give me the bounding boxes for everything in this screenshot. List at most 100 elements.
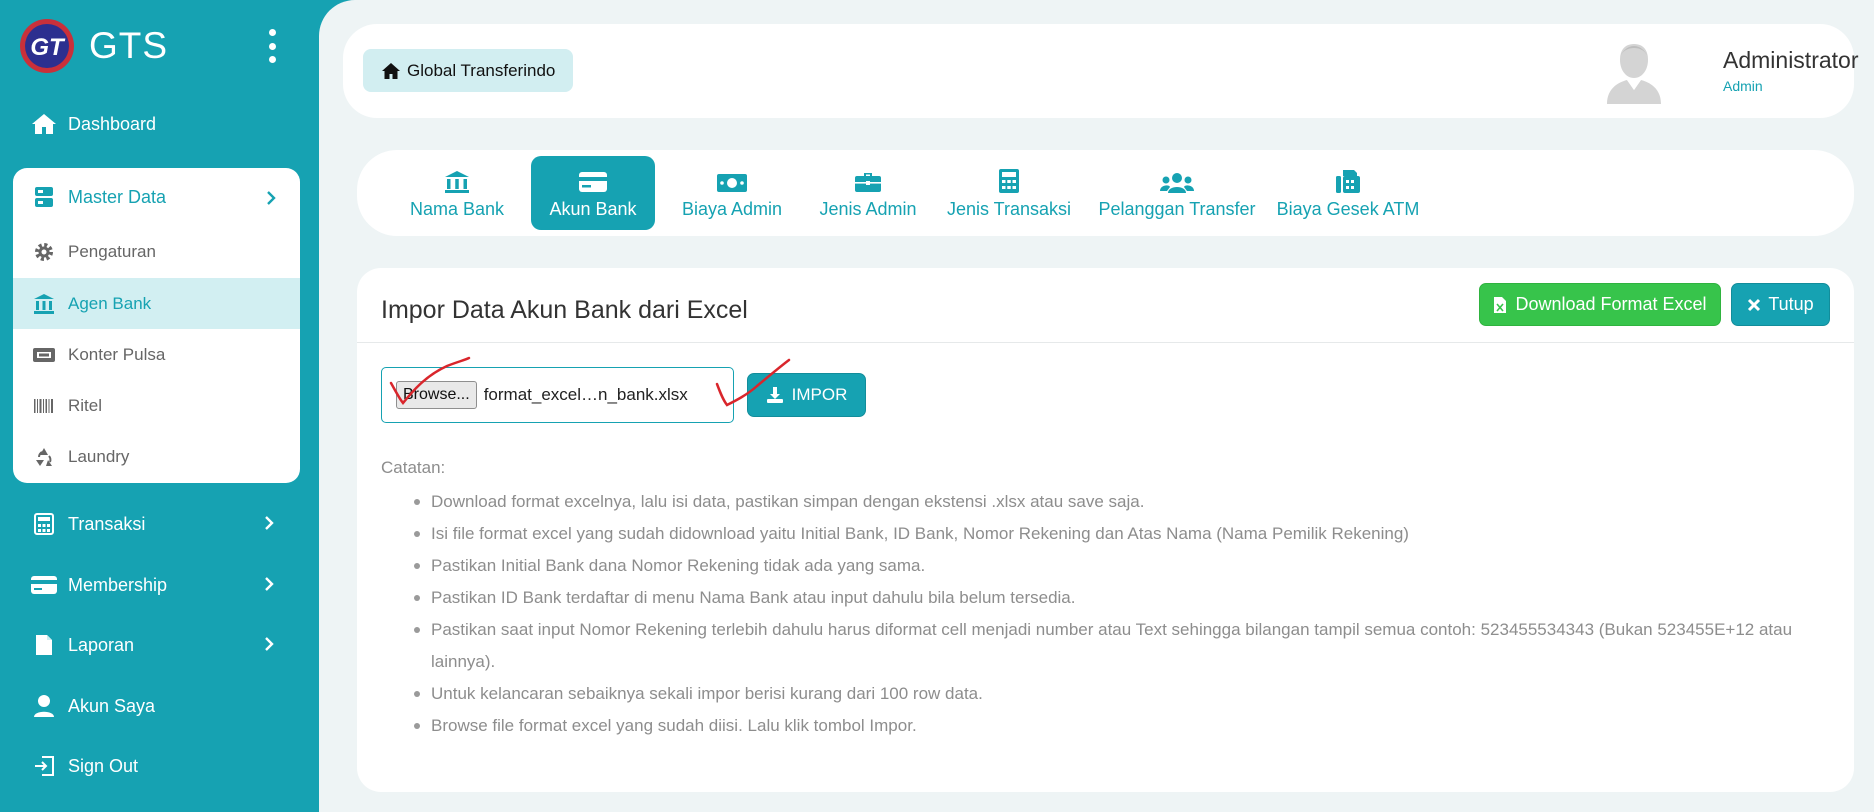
gear-icon (30, 238, 58, 266)
file-excel-icon (1494, 296, 1507, 313)
tab-label: Jenis Transaksi (946, 199, 1072, 219)
credit-card-icon (30, 571, 58, 599)
users-icon (1160, 166, 1194, 194)
home-icon (30, 110, 58, 138)
money-bill-icon (716, 166, 748, 194)
svg-text:GT: GT (30, 34, 66, 61)
tab-label: Akun Bank (549, 199, 637, 219)
tab-jenis-transaksi[interactable]: Jenis Transaksi (939, 156, 1079, 230)
home-breadcrumb-label: Global Transferindo (407, 60, 556, 80)
file-input[interactable]: Browse... format_excel…n_bank.xlsx (381, 367, 734, 423)
sidebar-item-label: Ritel (68, 395, 103, 415)
sidebar-item-master-data[interactable]: Master Data (13, 175, 300, 219)
list-item: Browse file format excel yang sudah diis… (414, 710, 1831, 742)
notes-list: Download format excelnya, lalu isi data,… (414, 486, 1831, 742)
kebab-menu-icon[interactable] (268, 29, 276, 63)
tab-jenis-admin[interactable]: Jenis Admin (813, 156, 923, 230)
user-role: Admin (1723, 78, 1763, 94)
sidebar-item-label: Pengaturan (68, 241, 156, 261)
sidebar-item-ritel[interactable]: Ritel (13, 380, 300, 431)
chevron-right-icon (267, 191, 276, 205)
sidebar-item-label: Agen Bank (68, 293, 152, 313)
import-card: Impor Data Akun Bank dari Excel Download… (357, 268, 1854, 792)
selected-file-name: format_excel…n_bank.xlsx (483, 385, 688, 404)
recycle-icon (30, 443, 58, 471)
sidebar-item-label: Membership (68, 574, 168, 595)
server-icon (30, 183, 58, 211)
sidebar-item-konter-pulsa[interactable]: Konter Pulsa (13, 329, 300, 380)
impor-label: IMPOR (791, 385, 848, 404)
sidebar-item-laporan[interactable]: Laporan (30, 625, 290, 665)
briefcase-icon (854, 166, 882, 194)
sidebar-item-transaksi[interactable]: Transaksi (30, 504, 290, 544)
chevron-right-icon (265, 516, 274, 530)
user-icon (30, 692, 58, 720)
sidebar-item-label: Dashboard (68, 113, 157, 134)
download-format-excel-label: Download Format Excel (1515, 294, 1707, 314)
chevron-right-icon (265, 577, 274, 591)
sidebar-item-label: Konter Pulsa (68, 344, 166, 364)
top-bar: Global Transferindo Administrator Admin (343, 24, 1858, 118)
main-content: Global Transferindo Administrator Admin … (319, 0, 1874, 812)
impor-button[interactable]: IMPOR (747, 373, 866, 417)
tab-label: Jenis Admin (819, 199, 917, 219)
tab-biaya-gesek-atm[interactable]: Biaya Gesek ATM (1275, 156, 1421, 230)
avatar[interactable] (1605, 42, 1663, 104)
close-label: Tutup (1768, 294, 1814, 314)
tab-label: Pelanggan Transfer (1098, 199, 1256, 219)
sidebar-item-pengaturan[interactable]: Pengaturan (13, 226, 300, 277)
sidebar-item-label: Transaksi (68, 513, 146, 534)
home-icon (382, 62, 400, 79)
brand-name: GTS (89, 25, 169, 66)
tab-label: Biaya Gesek ATM (1276, 199, 1420, 219)
master-data-panel: Master Data Pengaturan Agen Bank Konter … (13, 168, 300, 483)
credit-card-icon (578, 166, 608, 194)
sidebar-item-label: Laundry (68, 446, 130, 466)
sidebar-item-label: Master Data (68, 186, 167, 207)
fax-icon (1335, 166, 1361, 194)
sidebar-item-agen-bank[interactable]: Agen Bank (13, 278, 300, 329)
sim-card-icon (30, 341, 58, 369)
sidebar-item-label: Akun Saya (68, 695, 156, 716)
sign-out-icon (30, 752, 58, 780)
tab-pelanggan-transfer[interactable]: Pelanggan Transfer (1095, 156, 1259, 230)
sidebar: GT GTS Dashboard Master Data Pengaturan (0, 0, 319, 812)
sidebar-item-dashboard[interactable]: Dashboard (30, 104, 290, 144)
user-name: Administrator (1723, 47, 1859, 73)
tab-biaya-admin[interactable]: Biaya Admin (667, 156, 797, 230)
tab-label: Biaya Admin (681, 199, 783, 219)
brand[interactable]: GT GTS (18, 17, 308, 75)
barcode-icon (30, 392, 58, 420)
list-item: Pastikan saat input Nomor Rekening terle… (414, 614, 1831, 678)
download-format-excel-button[interactable]: Download Format Excel (1479, 283, 1721, 326)
sidebar-item-akun-saya[interactable]: Akun Saya (30, 686, 290, 726)
browse-button[interactable]: Browse... (396, 381, 477, 409)
tab-akun-bank[interactable]: Akun Bank (531, 156, 655, 230)
sidebar-item-label: Sign Out (68, 755, 139, 776)
card-divider (357, 342, 1854, 343)
calculator-icon (30, 510, 58, 538)
gts-logo: GT (20, 19, 74, 73)
list-item: Untuk kelancaran sebaiknya sekali impor … (414, 678, 1831, 710)
download-icon (766, 387, 783, 403)
bank-icon (444, 166, 470, 194)
card-title: Impor Data Akun Bank dari Excel (381, 296, 748, 324)
close-icon (1748, 298, 1761, 311)
chevron-right-icon (265, 637, 274, 651)
sidebar-item-membership[interactable]: Membership (30, 565, 290, 605)
close-button[interactable]: Tutup (1731, 283, 1830, 326)
sidebar-item-laundry[interactable]: Laundry (13, 431, 300, 482)
tab-nama-bank[interactable]: Nama Bank (397, 156, 517, 230)
notes-title: Catatan: (381, 458, 446, 477)
list-item: Isi file format excel yang sudah didownl… (414, 518, 1831, 550)
list-item: Download format excelnya, lalu isi data,… (414, 486, 1831, 518)
bank-icon (30, 290, 58, 318)
home-breadcrumb-button[interactable]: Global Transferindo (363, 49, 574, 92)
file-icon (30, 631, 58, 659)
tab-label: Nama Bank (409, 199, 505, 219)
calculator-icon (998, 166, 1020, 194)
sidebar-item-sign-out[interactable]: Sign Out (30, 746, 290, 786)
list-item: Pastikan Initial Bank dana Nomor Rekenin… (414, 550, 1831, 582)
list-item: Pastikan ID Bank terdaftar di menu Nama … (414, 582, 1831, 614)
tab-bar: Nama Bank Akun Bank Biaya Admin Jenis Ad… (357, 150, 1854, 236)
